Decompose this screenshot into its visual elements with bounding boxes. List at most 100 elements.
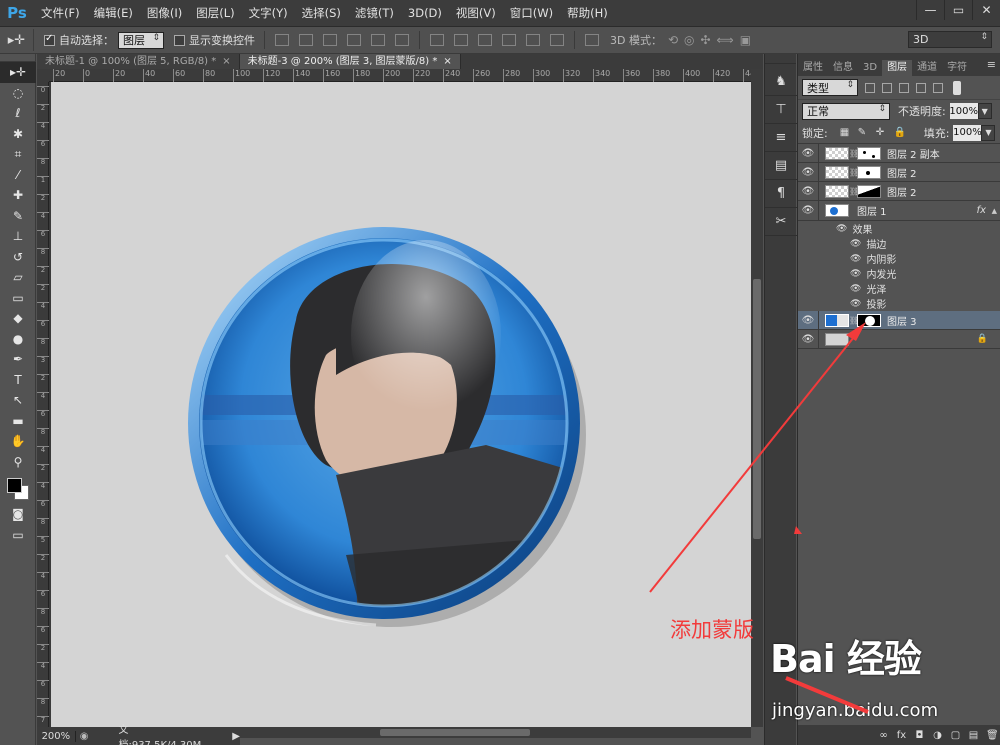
rectangle-tool-icon[interactable]: ▬	[0, 411, 36, 432]
doc-tab-2[interactable]: 未标题-3 @ 200% (图层 3, 图层蒙版/8) * ×	[239, 54, 461, 69]
panel-tab[interactable]: 3D	[858, 60, 882, 76]
menu-item[interactable]: 文字(Y)	[242, 0, 295, 27]
auto-select-dropdown[interactable]: 图层	[118, 31, 164, 49]
scroll-thumb[interactable]	[380, 729, 530, 736]
link-chain-icon[interactable]: ⛓	[849, 168, 859, 177]
filter-type-icon[interactable]	[899, 82, 909, 93]
panel-dock-button[interactable]: ✂	[765, 208, 797, 236]
foreground-color[interactable]	[7, 478, 22, 493]
panel-tab[interactable]: 属性	[798, 60, 828, 76]
status-icon[interactable]: ◉	[80, 731, 89, 742]
3d-mode-icons[interactable]: ⟲◎✣⟺▣	[668, 33, 757, 47]
lock-all-icon[interactable]: 🔒	[894, 127, 906, 138]
panel-dock-button[interactable]: ¶	[765, 180, 797, 208]
distribute-right-icon[interactable]	[550, 34, 564, 46]
visibility-eye-icon[interactable]: 👁	[798, 205, 818, 216]
doc-tab-1[interactable]: 未标题-1 @ 100% (图层 5, RGB/8) * ×	[37, 54, 240, 69]
badge-artwork[interactable]	[186, 225, 586, 630]
eraser-tool-icon[interactable]: ▱	[0, 267, 36, 288]
dodge-tool-icon[interactable]: ●	[0, 329, 36, 350]
screen-mode-icon[interactable]: ▭	[0, 525, 36, 546]
gradient-tool-icon[interactable]: ▭	[0, 288, 36, 309]
type-tool-icon[interactable]: T	[0, 370, 36, 391]
lock-position-icon[interactable]: ✛	[876, 127, 886, 138]
panel-dock-button[interactable]: ▤	[765, 152, 797, 180]
maximize-button[interactable]: ▭	[944, 0, 972, 20]
distribute-hcenter-icon[interactable]	[526, 34, 540, 46]
layer-row[interactable]: 👁 ⛓ 图层 2 副本	[798, 143, 1000, 163]
auto-select-checkbox[interactable]	[44, 33, 55, 46]
distribute-bottom-icon[interactable]	[478, 34, 492, 46]
align-bottom-icon[interactable]	[323, 34, 337, 46]
minimize-button[interactable]: —	[916, 0, 944, 20]
panel-dock-button[interactable]: ⊤	[765, 96, 797, 124]
distribute-vcenter-icon[interactable]	[454, 34, 468, 46]
auto-align-icon[interactable]	[585, 34, 599, 46]
ruler-corner[interactable]	[37, 69, 49, 82]
panel-dock-button[interactable]: ♞	[765, 68, 797, 96]
layer-mask-thumbnail[interactable]	[857, 165, 881, 179]
menu-item[interactable]: 视图(V)	[449, 0, 503, 27]
visibility-eye-icon[interactable]: 👁	[798, 148, 818, 159]
effects-group[interactable]: 👁 效果	[798, 221, 1000, 237]
visibility-eye-icon[interactable]: 👁	[798, 315, 818, 326]
eyedropper-tool-icon[interactable]: ⁄	[0, 165, 36, 186]
effect-item[interactable]: 👁 投影	[798, 296, 1000, 312]
filter-pixel-icon[interactable]	[865, 82, 875, 93]
menu-item[interactable]: 滤镜(T)	[348, 0, 401, 27]
marquee-tool-icon[interactable]: ◌	[0, 83, 36, 104]
align-hcenter-icon[interactable]	[371, 34, 385, 46]
link-chain-icon[interactable]: ⛓	[849, 149, 859, 158]
blur-tool-icon[interactable]: ◆	[0, 308, 36, 329]
workspace-dropdown[interactable]: 3D	[908, 31, 992, 48]
layer-mask-thumbnail[interactable]	[857, 313, 881, 327]
close-tab-icon[interactable]: ×	[222, 56, 230, 67]
path-selection-tool-icon[interactable]: ↖	[0, 390, 36, 411]
clone-stamp-tool-icon[interactable]: ⊥	[0, 226, 36, 247]
zoom-level[interactable]: 200%	[37, 730, 76, 742]
magic-wand-tool-icon[interactable]: ✱	[0, 124, 36, 145]
effect-item[interactable]: 👁 光泽	[798, 281, 1000, 297]
crop-tool-icon[interactable]: ⌗	[0, 144, 36, 165]
menu-item[interactable]: 窗口(W)	[503, 0, 560, 27]
menu-item[interactable]: 文件(F)	[34, 0, 87, 27]
effect-item[interactable]: 👁 内发光	[798, 266, 1000, 282]
fill-input[interactable]: 100%	[953, 124, 982, 141]
menu-item[interactable]: 图像(I)	[140, 0, 189, 27]
history-brush-tool-icon[interactable]: ↺	[0, 247, 36, 268]
link-chain-icon[interactable]: ⛓	[849, 187, 859, 196]
align-vcenter-icon[interactable]	[299, 34, 313, 46]
visibility-eye-icon[interactable]: 👁	[850, 284, 861, 294]
layer-row[interactable]: 👁 ⛓ 图层 2	[798, 162, 1000, 182]
effect-item[interactable]: 👁 描边	[798, 236, 1000, 252]
visibility-eye-icon[interactable]: 👁	[798, 186, 818, 197]
menu-item[interactable]: 3D(D)	[401, 0, 449, 27]
effect-item[interactable]: 👁 内阴影	[798, 251, 1000, 267]
visibility-eye-icon[interactable]: 👁	[850, 254, 861, 264]
visibility-eye-icon[interactable]: 👁	[798, 334, 818, 345]
filter-shape-icon[interactable]	[916, 82, 926, 93]
expand-arrow-icon[interactable]: ▲	[992, 207, 997, 215]
filter-kind-dropdown[interactable]: 类型	[802, 79, 858, 96]
scroll-thumb[interactable]	[753, 279, 761, 539]
layer-row[interactable]: 👁 图层 1 fx ▲	[798, 201, 1000, 221]
menu-item[interactable]: 编辑(E)	[87, 0, 140, 27]
layer-row-background[interactable]: 👁 🔒	[798, 329, 1000, 349]
align-left-icon[interactable]	[347, 34, 361, 46]
brush-tool-icon[interactable]: ✎	[0, 206, 36, 227]
filter-toggle[interactable]	[953, 80, 961, 95]
link-chain-icon[interactable]: ⛓	[849, 316, 859, 325]
horizontal-scrollbar[interactable]	[240, 727, 751, 738]
pen-tool-icon[interactable]: ✒	[0, 349, 36, 370]
opacity-slider-toggle[interactable]: ▼	[977, 103, 992, 119]
lock-transparent-icon[interactable]: ▦	[840, 127, 850, 138]
visibility-eye-icon[interactable]: 👁	[850, 269, 861, 279]
opacity-input[interactable]: 100%	[949, 103, 978, 119]
close-tab-icon[interactable]: ×	[443, 56, 451, 67]
filter-adjustment-icon[interactable]	[882, 82, 892, 93]
panel-tab[interactable]: 图层	[882, 60, 913, 76]
panel-tab[interactable]: 信息	[828, 60, 858, 76]
hand-tool-icon[interactable]: ✋	[0, 431, 36, 452]
lock-pixels-icon[interactable]: ✎	[858, 127, 868, 138]
visibility-eye-icon[interactable]: 👁	[850, 239, 861, 249]
